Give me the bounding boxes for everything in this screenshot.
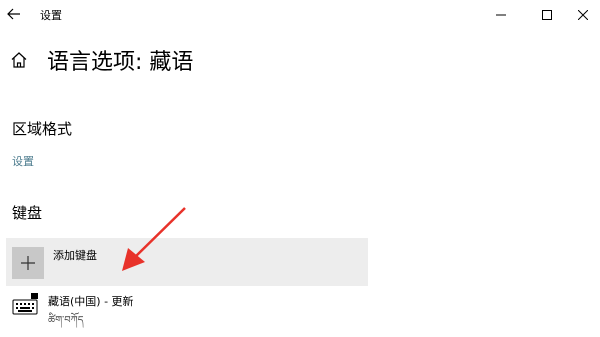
add-keyboard-label: 添加键盘 — [53, 249, 97, 262]
installed-keyboard-subtitle: ཚིག་བཀོད — [48, 315, 84, 326]
close-icon — [578, 10, 588, 20]
minimize-button[interactable] — [478, 0, 524, 30]
window-title: 设置 — [40, 9, 62, 22]
region-format-heading: 区域格式 — [12, 120, 73, 138]
home-icon[interactable] — [9, 50, 29, 70]
keyboard-heading: 键盘 — [12, 204, 43, 222]
page-title: 语言选项: 藏语 — [47, 50, 194, 75]
installed-keyboard-name[interactable]: 藏语(中国) - 更新 — [48, 293, 134, 309]
minimize-icon — [496, 14, 506, 16]
add-tile — [12, 247, 44, 279]
region-settings-link[interactable]: 设置 — [12, 153, 34, 169]
back-arrow-icon — [7, 8, 20, 20]
keyboard-icon — [12, 293, 38, 315]
plus-icon — [21, 256, 35, 270]
back-button[interactable] — [3, 3, 25, 25]
maximize-icon — [542, 10, 552, 20]
add-keyboard-button[interactable]: 添加键盘 — [6, 238, 368, 286]
title-bar: 设置 — [0, 0, 600, 30]
close-button[interactable] — [560, 0, 600, 30]
